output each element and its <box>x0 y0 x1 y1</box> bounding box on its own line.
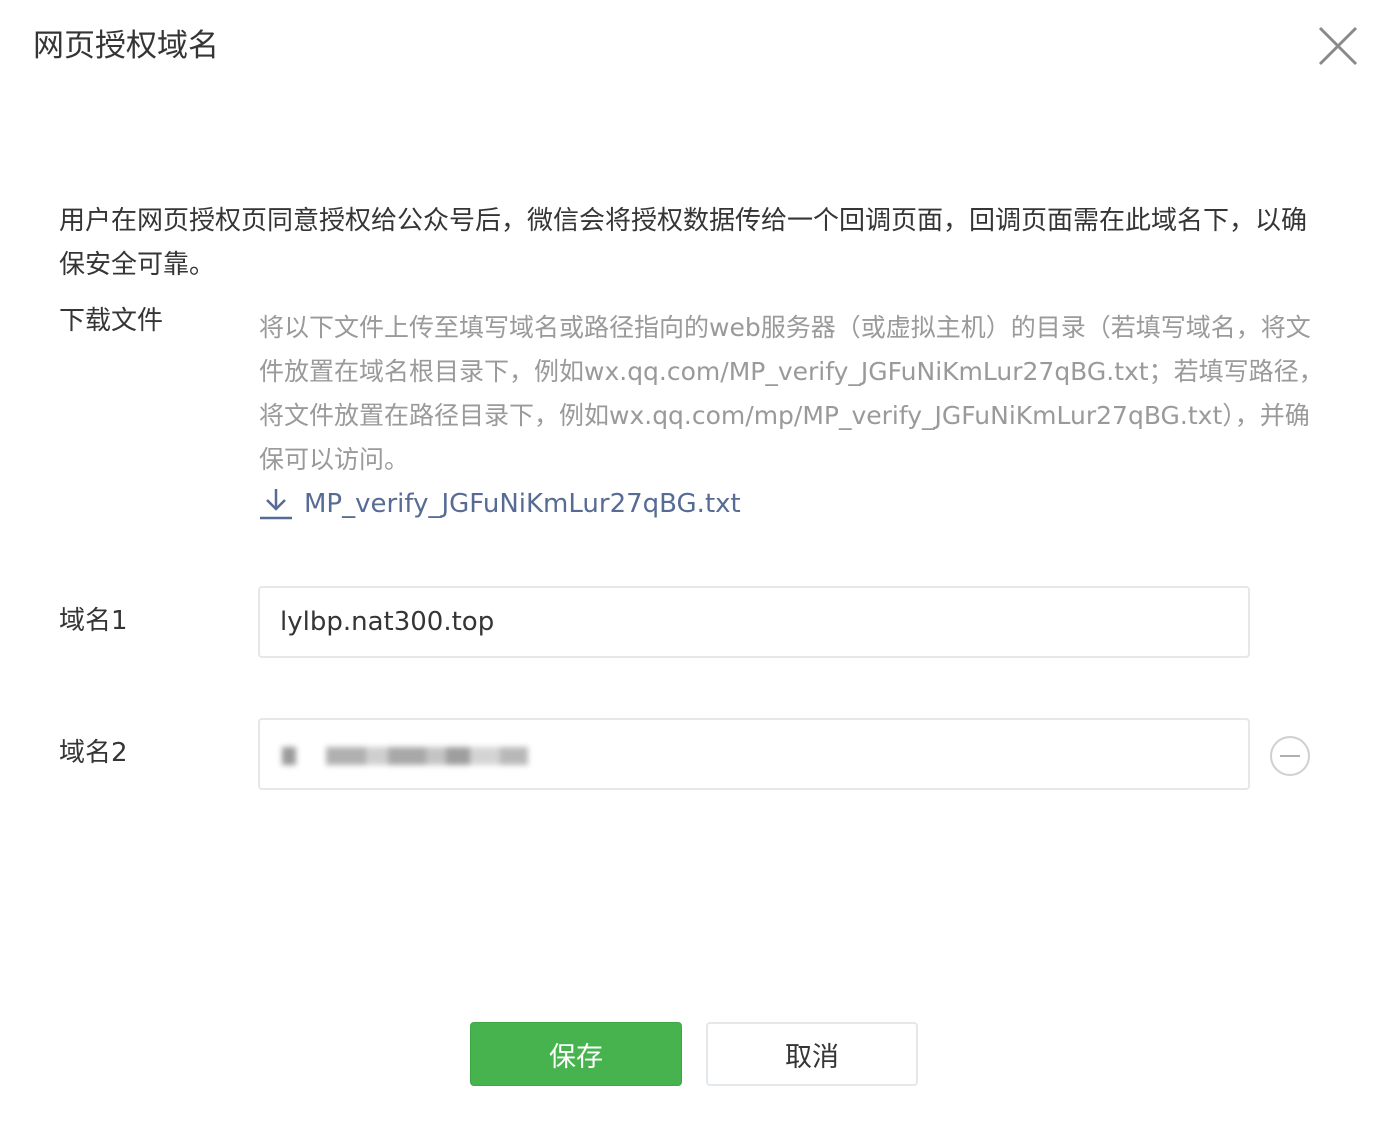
minus-circle-icon[interactable] <box>1269 735 1311 777</box>
dialog-title: 网页授权域名 <box>33 28 219 64</box>
save-button[interactable]: 保存 <box>470 1022 682 1086</box>
close-icon[interactable] <box>1316 24 1360 68</box>
download-icon <box>260 489 292 520</box>
download-file-link[interactable]: MP_verify_JGFuNiKmLur27qBG.txt <box>258 482 741 526</box>
domain-1-input[interactable] <box>258 586 1250 658</box>
domain-2-redacted-value <box>282 742 528 770</box>
intro-text: 用户在网页授权页同意授权给公众号后，微信会将授权数据传给一个回调页面，回调页面需… <box>59 206 1308 280</box>
download-instructions: 将以下文件上传至填写域名或路径指向的web服务器（或虚拟主机）的目录（若填写域名… <box>259 313 1324 474</box>
cancel-button[interactable]: 取消 <box>706 1022 918 1086</box>
download-file-name: MP_verify_JGFuNiKmLur27qBG.txt <box>304 489 741 519</box>
download-file-label: 下载文件 <box>59 306 164 336</box>
domain-1-label: 域名1 <box>59 606 128 636</box>
domain-2-label: 域名2 <box>59 738 128 768</box>
